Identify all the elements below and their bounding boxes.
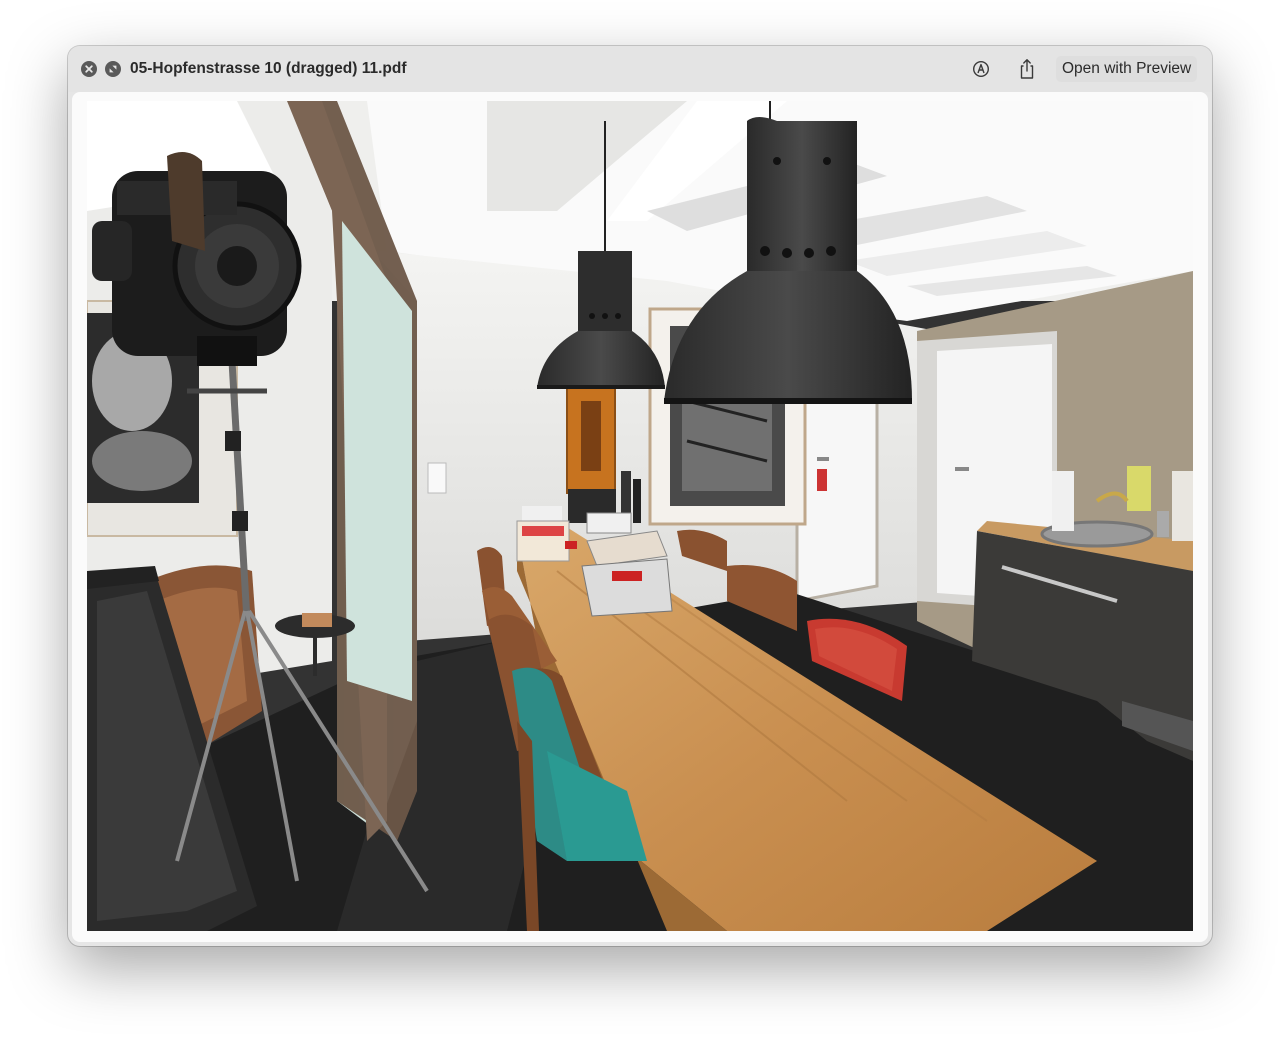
- fullscreen-icon[interactable]: [105, 61, 121, 77]
- preview-content: [72, 92, 1208, 942]
- markup-icon[interactable]: [968, 56, 994, 82]
- close-icon[interactable]: [81, 61, 97, 77]
- quicklook-window: 05-Hopfenstrasse 10 (dragged) 11.pdf Ope…: [68, 46, 1212, 946]
- document-photo: [87, 101, 1193, 931]
- share-icon[interactable]: [1014, 56, 1040, 82]
- open-with-preview-button[interactable]: Open with Preview: [1056, 56, 1198, 82]
- title-bar[interactable]: 05-Hopfenstrasse 10 (dragged) 11.pdf Ope…: [68, 46, 1212, 92]
- window-title: 05-Hopfenstrasse 10 (dragged) 11.pdf: [130, 60, 407, 77]
